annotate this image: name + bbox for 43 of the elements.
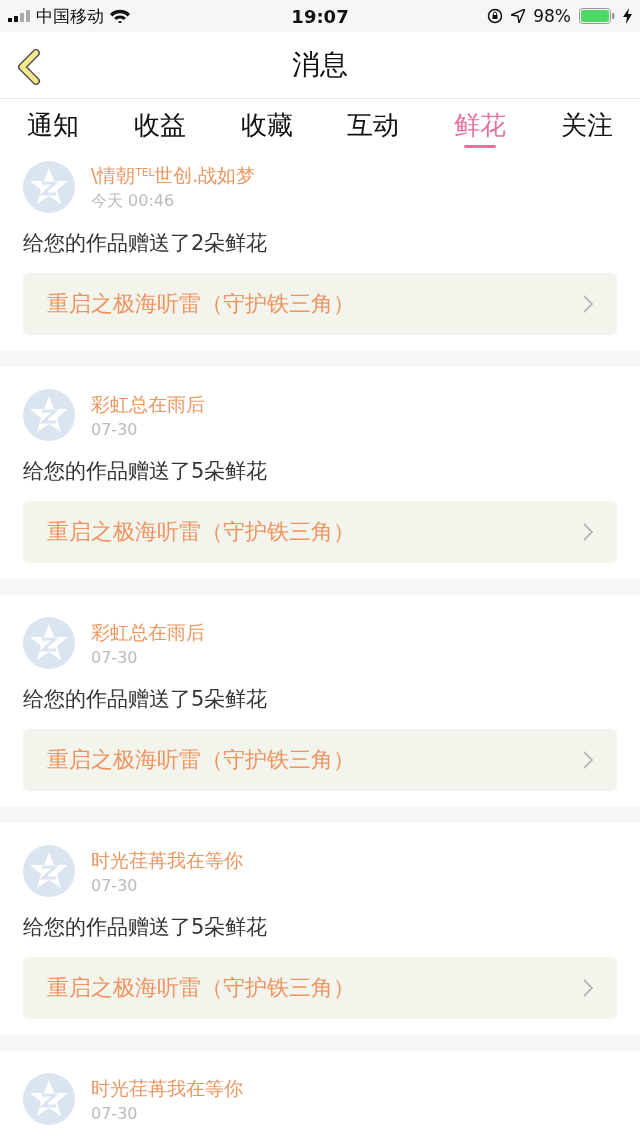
battery-icon: [579, 8, 615, 24]
tab[interactable]: 通知: [0, 99, 107, 151]
message-time: 07-30: [91, 419, 139, 439]
sender-name[interactable]: 彩虹总在雨后: [91, 391, 205, 418]
message-time: 07-30: [91, 647, 139, 667]
location-icon: [511, 9, 526, 23]
avatar-icon: [23, 617, 75, 669]
tab[interactable]: 互动: [320, 99, 427, 151]
tab[interactable]: 鲜花: [426, 99, 534, 151]
chevron-right-icon: [583, 979, 593, 997]
message-text: 给您的作品赠送了5朵鲜花: [23, 914, 269, 941]
avatar-icon: [23, 845, 75, 897]
work-link[interactable]: 重启之极海听雷（守护铁三角）: [23, 273, 617, 335]
sender-name[interactable]: 时光荏苒我在等你: [91, 1075, 243, 1102]
message-time: 07-30: [91, 1103, 139, 1123]
sender-name[interactable]: 时光荏苒我在等你: [91, 847, 243, 874]
carrier-name: 中国移动: [36, 4, 104, 28]
avatar-icon: [23, 161, 75, 213]
work-link[interactable]: 重启之极海听雷（守护铁三角）: [23, 729, 617, 791]
work-link[interactable]: 重启之极海听雷（守护铁三角）: [23, 957, 617, 1019]
chevron-right-icon: [583, 751, 593, 769]
tab[interactable]: 收益: [106, 99, 214, 151]
message-text: 给您的作品赠送了5朵鲜花: [23, 458, 269, 485]
page-title: 消息: [292, 47, 348, 83]
avatar-icon: [23, 389, 75, 441]
charging-icon: [623, 8, 632, 24]
message-time: 今天 00:46: [91, 190, 176, 212]
chevron-right-icon: [583, 523, 593, 541]
chevron-right-icon: [583, 295, 593, 313]
sender-name[interactable]: \情朝$^{TEL}$世创.战如梦: [91, 162, 256, 189]
signal-icon: [8, 10, 30, 22]
sender-name[interactable]: 彩虹总在雨后: [91, 619, 205, 646]
message-time: 07-30: [91, 875, 139, 895]
rotation-lock-icon: [487, 8, 504, 24]
work-link[interactable]: 重启之极海听雷（守护铁三角）: [23, 501, 617, 563]
wifi-icon: [110, 9, 130, 23]
tab[interactable]: 收藏: [213, 99, 320, 151]
battery-percent: 98%: [533, 6, 571, 26]
clock-time: 19:07: [291, 5, 349, 27]
tab[interactable]: 关注: [533, 99, 640, 151]
avatar-icon: [23, 1073, 75, 1125]
message-text: 给您的作品赠送了5朵鲜花: [23, 686, 269, 713]
message-text: 给您的作品赠送了2朵鲜花: [23, 230, 269, 257]
